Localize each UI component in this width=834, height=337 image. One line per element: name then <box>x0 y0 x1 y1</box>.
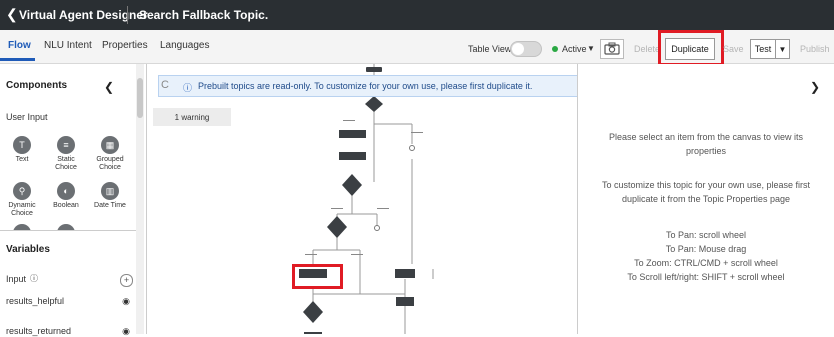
toggle-knob <box>512 43 524 55</box>
left-panel: Components ❮ User Input T Text ≡ Static … <box>0 64 147 336</box>
variables-title: Variables <box>6 244 50 255</box>
component-static-choice-label: Static Choice <box>55 156 77 171</box>
variable-name: results_returned <box>6 326 72 336</box>
topic-title: Search Fallback Topic. <box>139 8 269 22</box>
read-only-banner: C ⓘ Prebuilt topics are read-only. To cu… <box>158 75 577 97</box>
variable-row[interactable]: results_helpful ◉ <box>6 296 130 306</box>
publish-button[interactable]: Publish <box>800 44 830 54</box>
status-dot-icon <box>552 46 558 52</box>
search-icon: ⚲ <box>13 182 31 200</box>
variable-name: results_helpful <box>6 296 65 306</box>
scrollbar-thumb[interactable] <box>137 78 143 118</box>
tab-nlu-intent[interactable]: NLU Intent <box>44 40 92 51</box>
toggle-icon: ◐ <box>57 182 75 200</box>
calendar-icon: ▥ <box>101 182 119 200</box>
delete-button[interactable]: Delete <box>634 44 660 54</box>
add-variable-icon[interactable]: + <box>120 274 133 287</box>
flow-canvas[interactable]: C ⓘ Prebuilt topics are read-only. To cu… <box>147 64 578 334</box>
list-icon: ≡ <box>57 136 75 154</box>
component-date-time-label: Date Time <box>94 202 126 209</box>
component-dynamic-choice-label: Dynamic Choice <box>8 202 36 217</box>
left-panel-scrollbar[interactable] <box>136 64 144 334</box>
title-divider <box>127 6 128 24</box>
snapshot-button[interactable] <box>600 39 624 59</box>
component-boolean-label: Boolean <box>53 202 79 209</box>
back-arrow-icon[interactable]: ❮ <box>6 7 18 21</box>
active-tab-indicator <box>0 58 35 61</box>
component-date-time[interactable]: ▥ Date Time <box>90 182 130 210</box>
component-dynamic-choice[interactable]: ⚲ Dynamic Choice <box>2 182 42 218</box>
component-static-choice[interactable]: ≡ Static Choice <box>46 136 86 172</box>
status-dropdown[interactable]: Active <box>562 44 587 54</box>
tab-flow[interactable]: Flow <box>8 40 31 51</box>
duplicate-highlight-box <box>658 30 724 66</box>
component-text[interactable]: T Text <box>2 136 42 164</box>
hint-scroll-horizontal: To Scroll left/right: SHIFT + scroll whe… <box>627 272 785 282</box>
info-icon[interactable]: ⓘ <box>30 273 38 284</box>
user-input-label: User Input <box>6 112 48 122</box>
save-button[interactable]: Save <box>723 44 744 54</box>
expand-chevron-right-icon[interactable]: ❯ <box>810 80 820 94</box>
camera-icon <box>604 42 620 55</box>
banner-text: Prebuilt topics are read-only. To custom… <box>198 81 533 91</box>
eye-icon[interactable]: ◉ <box>122 326 130 337</box>
app-title: Virtual Agent Designer <box>19 8 148 22</box>
flow-diagram[interactable] <box>147 64 577 334</box>
select-item-message: Please select an item from the canvas to… <box>608 132 804 156</box>
variable-row[interactable]: results_returned ◉ <box>6 326 130 336</box>
table-view-toggle[interactable] <box>510 41 542 57</box>
eye-icon[interactable]: ◉ <box>122 296 130 307</box>
test-dropdown-caret-icon[interactable]: ▼ <box>776 39 790 59</box>
warning-badge[interactable]: 1 warning <box>153 108 231 126</box>
tab-languages[interactable]: Languages <box>160 40 210 51</box>
tab-properties[interactable]: Properties <box>102 40 148 51</box>
component-text-label: Text <box>15 156 29 163</box>
section-divider <box>0 230 136 231</box>
top-bar: ❮ Virtual Agent Designer Search Fallback… <box>0 0 834 30</box>
highlighted-node-box <box>292 264 343 289</box>
collapse-chevron-left-icon[interactable]: ❮ <box>104 80 114 94</box>
component-grouped-choice[interactable]: ▦ Grouped Choice <box>90 136 130 172</box>
canvas-logo-icon: C <box>161 79 169 91</box>
caret-down-icon[interactable]: ▼ <box>587 44 595 53</box>
hint-zoom: To Zoom: CTRL/CMD + scroll wheel <box>634 258 778 268</box>
customize-message: To customize this topic for your own use… <box>601 180 811 204</box>
hint-pan-scroll: To Pan: scroll wheel <box>665 230 747 240</box>
input-label: Input <box>6 274 27 284</box>
hint-pan-drag: To Pan: Mouse drag <box>665 244 747 254</box>
test-button[interactable]: Test <box>750 39 776 59</box>
text-input-icon: T <box>13 136 31 154</box>
components-title: Components <box>6 80 68 91</box>
properties-panel: ❯ Please select an item from the canvas … <box>578 64 834 334</box>
component-boolean[interactable]: ◐ Boolean <box>46 182 86 210</box>
component-grouped-choice-label: Grouped Choice <box>96 156 124 171</box>
info-circle-icon: ⓘ <box>183 83 193 93</box>
table-view-label: Table View <box>468 44 512 54</box>
grid-icon: ▦ <box>101 136 119 154</box>
